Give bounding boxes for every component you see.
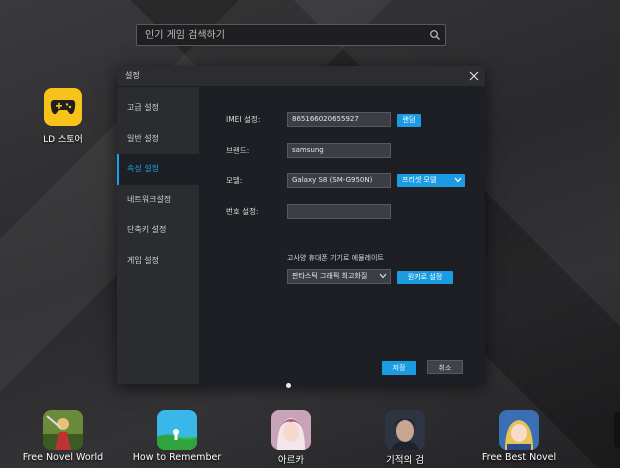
brand-label: 브랜드:	[226, 146, 250, 155]
chevron-down-icon	[454, 177, 462, 183]
sidebar-item-advanced[interactable]: 고급 설정	[117, 93, 199, 124]
sword-of-miracle-icon	[385, 410, 425, 450]
arka-icon	[271, 410, 311, 450]
settings-content: IMEI 설정: 865166020655927 랜덤 브랜드: samsung…	[199, 87, 485, 384]
app-arka[interactable]: 아르카	[241, 410, 341, 466]
search-input[interactable]	[145, 25, 425, 45]
ld-store-shortcut[interactable]: LD 스토어	[40, 88, 86, 145]
app-free-novel-world[interactable]: Free Novel World	[13, 410, 113, 463]
side-panel-handle[interactable]	[614, 412, 620, 448]
free-best-novel-icon	[499, 410, 539, 450]
dialog-header: 설정	[117, 66, 485, 87]
phone-field[interactable]	[287, 204, 391, 219]
app-label: 아르카	[277, 455, 305, 466]
imei-label: IMEI 설정:	[226, 115, 261, 124]
imei-field[interactable]: 865166020655927	[287, 112, 391, 127]
page-indicator-dot	[286, 383, 291, 388]
app-free-best-novel[interactable]: Free Best Novel	[469, 410, 569, 463]
chevron-down-icon	[379, 273, 387, 279]
app-label: How to Remember	[132, 452, 222, 463]
preset-model-label: 프리셋 모델	[402, 176, 437, 184]
emulate-select[interactable]: 판타스틱 그래픽 최고화질	[287, 269, 391, 284]
sidebar-item-shortcuts[interactable]: 단축키 설정	[117, 215, 199, 246]
preset-model-select[interactable]: 프리셋 모델	[397, 174, 465, 187]
save-button[interactable]: 저장	[382, 361, 416, 375]
dialog-title: 설정	[125, 71, 140, 80]
settings-sidebar: 고급 설정 일반 설정 속성 설정 네트워크설정 단축키 설정 게임 설정	[117, 87, 199, 384]
sidebar-item-network[interactable]: 네트워크설정	[117, 185, 199, 216]
one-click-setup-button[interactable]: 원키로 설정	[397, 271, 453, 284]
settings-dialog: 설정 고급 설정 일반 설정 속성 설정 네트워크설정 단축키 설정 게임 설정…	[117, 66, 485, 384]
app-how-to-remember[interactable]: How to Remember	[127, 410, 227, 463]
free-novel-world-icon	[43, 410, 83, 450]
sidebar-item-properties[interactable]: 속성 설정	[117, 154, 199, 185]
app-label: Free Novel World	[22, 452, 104, 463]
gamepad-icon	[44, 88, 82, 126]
model-field[interactable]: Galaxy S8 (SM-G950N)	[287, 173, 391, 188]
sidebar-item-game[interactable]: 게임 설정	[117, 246, 199, 277]
close-icon[interactable]	[469, 71, 479, 81]
app-label: Free Best Novel	[481, 452, 557, 463]
ld-store-label: LD 스토어	[43, 135, 83, 145]
search-bar[interactable]	[136, 24, 446, 46]
phone-label: 번호 설정:	[226, 207, 259, 216]
emulate-caption: 고사양 휴대폰 기기로 에뮬레이트	[287, 254, 384, 262]
sidebar-item-general[interactable]: 일반 설정	[117, 124, 199, 155]
cancel-button[interactable]: 취소	[427, 360, 463, 374]
app-label: 기적의 검	[386, 455, 424, 466]
search-icon[interactable]	[429, 29, 441, 41]
model-label: 모델:	[226, 176, 243, 185]
random-imei-button[interactable]: 랜덤	[397, 114, 421, 127]
emulate-select-value: 판타스틱 그래픽 최고화질	[292, 272, 368, 280]
app-sword-of-miracle[interactable]: 기적의 검	[355, 410, 455, 466]
brand-field[interactable]: samsung	[287, 143, 391, 158]
how-to-remember-icon	[157, 410, 197, 450]
